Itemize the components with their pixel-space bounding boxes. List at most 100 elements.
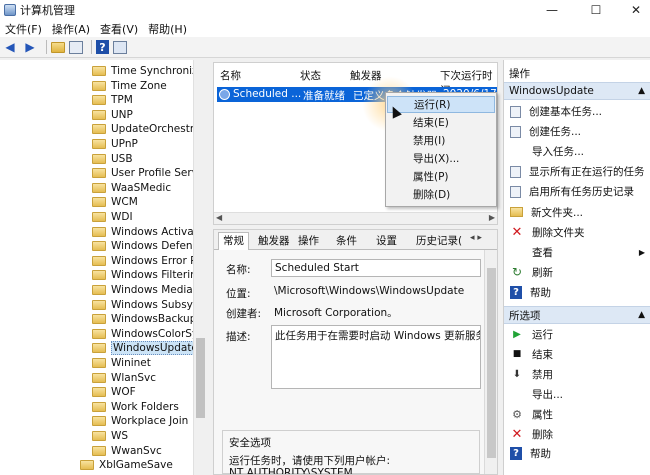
context-menu-run[interactable]: 运行(R) (387, 96, 495, 113)
detail-scrollbar-thumb[interactable] (487, 268, 496, 458)
context-menu-disable[interactable]: 禁用(I) (387, 132, 495, 149)
task-detail-pane: 常规 触发器 操作 条件 设置 历史记录( ◂ ▸ 名称: Scheduled … (213, 229, 498, 475)
show-hide-tree-icon[interactable] (69, 40, 83, 54)
maximize-button[interactable]: ☐ (576, 0, 616, 20)
tree-item[interactable]: Windows Media SI (92, 283, 205, 297)
folder-icon (92, 168, 106, 179)
up-folder-icon[interactable] (51, 41, 65, 53)
folder-icon (92, 372, 106, 383)
context-menu: 运行(R) 结束(E) 禁用(I) 导出(X)... 属性(P) 删除(D) (385, 92, 497, 207)
collapse-arrow-icon[interactable]: ▲ (638, 310, 645, 320)
action-item[interactable]: 导出... (504, 386, 650, 403)
tree-item[interactable]: Work Folders (92, 400, 179, 414)
tree-item[interactable]: Wininet (92, 356, 151, 370)
scroll-right-icon[interactable]: ▶ (489, 213, 495, 222)
menu-view[interactable]: 查看(V) (95, 21, 143, 37)
tree-item-label: Windows Error Rep (111, 254, 206, 267)
action-item[interactable]: ⬇ 禁用 (504, 366, 650, 383)
menu-action[interactable]: 操作(A) (47, 21, 95, 37)
action-item[interactable]: ✕ 删除 (504, 426, 650, 443)
forward-arrow-icon[interactable]: ▶ (22, 39, 38, 55)
action-item[interactable]: 导入任务... (504, 143, 650, 160)
back-arrow-icon[interactable]: ◀ (2, 39, 18, 55)
tree-item[interactable]: WDI (92, 210, 133, 224)
tree-item[interactable]: WaaSMedic (92, 181, 171, 195)
tree-item[interactable]: WindowsUpdate (92, 341, 200, 356)
action-item[interactable]: 创建任务... (504, 123, 650, 140)
help-icon[interactable]: ? (96, 40, 109, 54)
context-menu-end[interactable]: 结束(E) (387, 114, 495, 131)
tab-scroll-arrows[interactable]: ◂ ▸ (470, 233, 482, 243)
disable-icon: ⬇ (512, 368, 522, 380)
tree-item-label: Time Zone (111, 79, 167, 92)
tree-item[interactable]: Windows Defende (92, 239, 205, 253)
tab-actions[interactable]: 操作 (298, 233, 319, 249)
actions-group-selected[interactable]: 所选项 ▲ (504, 306, 650, 324)
tree-item[interactable]: UpdateOrchestrat (92, 122, 205, 136)
scroll-left-icon[interactable]: ◀ (216, 213, 222, 222)
tree-item[interactable]: WwanSvc (92, 444, 162, 458)
action-item[interactable]: ? 帮助 (504, 445, 650, 462)
minimize-button[interactable]: — (532, 0, 572, 20)
tree-item-label: WindowsBackup (111, 313, 197, 326)
menu-file[interactable]: 文件(F) (0, 21, 47, 37)
tree-item[interactable]: WindowsColorSyst (92, 327, 205, 341)
blank-icon (510, 145, 524, 158)
tree-item[interactable]: Windows Activatio (92, 225, 205, 239)
folder-icon (92, 139, 106, 149)
tab-general[interactable]: 常规 (218, 232, 249, 250)
tree-item[interactable]: Windows Error Rep (92, 254, 206, 268)
action-item[interactable]: 启用所有任务历史记录 (504, 183, 650, 200)
blank-icon (510, 388, 524, 401)
task-name-field[interactable]: Scheduled Start (271, 259, 481, 277)
collapse-arrow-icon[interactable]: ▲ (638, 86, 645, 96)
context-menu-properties[interactable]: 属性(P) (387, 168, 495, 185)
action-item[interactable]: ? 帮助 (504, 284, 650, 301)
tree-item[interactable]: TPM (92, 93, 133, 107)
location-label: 位置: (226, 288, 251, 300)
action-item[interactable]: 显示所有正在运行的任务 (504, 163, 650, 180)
action-item[interactable]: ✕ 删除文件夹 (504, 224, 650, 241)
tree-item[interactable]: Windows Subsyste (92, 298, 205, 312)
tree-item[interactable]: User Profile Servic (92, 166, 205, 180)
action-item[interactable]: 查看 ▶ (504, 244, 650, 261)
column-header-status[interactable]: 状态 (300, 68, 321, 83)
tree-item[interactable]: WOF (92, 385, 136, 399)
action-item[interactable]: ▶ 运行 (504, 326, 650, 343)
tree-item[interactable]: WlanSvc (92, 371, 156, 385)
action-item[interactable]: ⚙ 属性 (504, 406, 650, 423)
tree-item[interactable]: Windows Filtering (92, 268, 203, 282)
action-item[interactable]: 新文件夹... (504, 204, 650, 221)
tree-item[interactable]: WCM (92, 195, 138, 209)
tree-item[interactable]: XblGameSave (80, 458, 173, 472)
tree-item[interactable]: UNP (92, 108, 133, 122)
tab-settings[interactable]: 设置 (376, 233, 397, 249)
tree-item[interactable]: USB (92, 152, 133, 166)
list-horizontal-scrollbar[interactable]: ◀ ▶ (214, 212, 497, 224)
tree-scrollbar-thumb[interactable] (196, 338, 205, 418)
action-item[interactable]: ■ 结束 (504, 346, 650, 363)
tree-item[interactable]: Workplace Join (92, 414, 188, 428)
tab-triggers[interactable]: 触发器 (258, 233, 290, 249)
tree-item[interactable]: Time Zone (92, 79, 167, 93)
action-item[interactable]: ↻ 刷新 (504, 264, 650, 281)
menu-help[interactable]: 帮助(H) (143, 21, 192, 37)
context-menu-export[interactable]: 导出(X)... (387, 150, 495, 167)
column-header-name[interactable]: 名称 (220, 68, 241, 83)
close-button[interactable]: ✕ (616, 0, 650, 20)
show-hide-action-pane-icon[interactable] (113, 40, 127, 54)
context-menu-delete[interactable]: 删除(D) (387, 186, 495, 203)
actions-group-windowsupdate[interactable]: WindowsUpdate ▲ (504, 82, 650, 100)
tree-item[interactable]: Time Synchronizat (92, 64, 205, 78)
tab-conditions[interactable]: 条件 (336, 233, 357, 249)
tree-item[interactable]: WindowsBackup (92, 312, 196, 326)
action-item[interactable]: 创建基本任务... (504, 103, 650, 120)
tab-history[interactable]: 历史记录( (416, 233, 462, 249)
tree-scrollbar[interactable] (193, 60, 206, 475)
detail-scrollbar[interactable] (484, 250, 497, 474)
tree-item[interactable]: UPnP (92, 137, 138, 151)
task-description-field[interactable]: 此任务用于在需要时启动 Windows 更新服务以执 (271, 325, 481, 389)
toolbar: ◀ ▶ ? (0, 37, 650, 58)
navigation-tree[interactable]: Time Synchronizat Time Zone TPM UNP UpdateOr… (0, 60, 206, 475)
tree-item[interactable]: WS (92, 429, 128, 443)
